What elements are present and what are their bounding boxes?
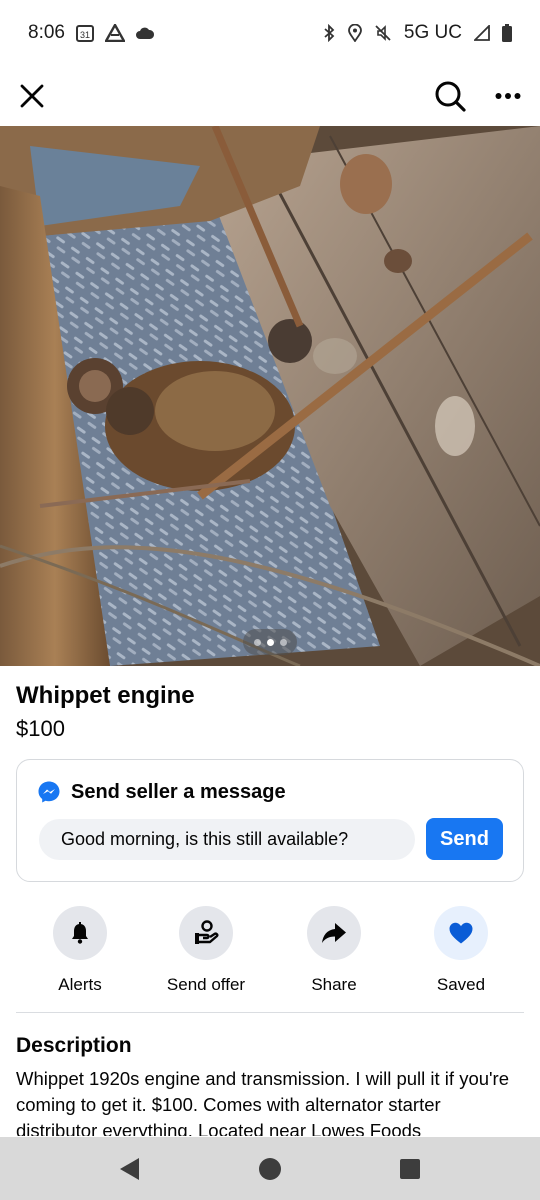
more-icon xyxy=(495,93,521,99)
messenger-icon xyxy=(38,781,60,803)
cloud-icon xyxy=(135,26,155,40)
message-input-value: Good morning, is this still available? xyxy=(61,829,349,849)
engine-photo-image xyxy=(0,126,540,666)
home-button[interactable] xyxy=(258,1157,282,1181)
send-offer-button-circle[interactable] xyxy=(179,906,233,960)
send-offer-label: Send offer xyxy=(166,975,246,994)
saved-button[interactable]: Saved xyxy=(397,906,525,995)
system-nav-bar xyxy=(0,1137,540,1200)
heart-icon xyxy=(449,922,473,944)
calendar-day: 31 xyxy=(80,30,90,40)
message-card-heading: Send seller a message xyxy=(71,780,286,803)
photo-pager xyxy=(243,629,297,655)
bell-icon xyxy=(72,922,88,944)
calendar-icon: 31 xyxy=(75,23,95,43)
offer-icon xyxy=(195,920,219,944)
message-card-header: Send seller a message xyxy=(37,780,286,804)
alerts-button[interactable]: Alerts xyxy=(16,906,144,995)
search-button[interactable] xyxy=(428,74,472,118)
pager-dot-active xyxy=(266,638,274,646)
battery-icon xyxy=(502,24,512,42)
share-button[interactable]: Share xyxy=(270,906,398,995)
listing-photo[interactable] xyxy=(0,126,540,666)
message-input[interactable]: Good morning, is this still available? xyxy=(39,819,415,860)
alerts-button-circle[interactable] xyxy=(53,906,107,960)
section-divider xyxy=(16,1012,524,1013)
mute-icon xyxy=(374,24,392,42)
recents-button[interactable] xyxy=(398,1157,422,1181)
close-button[interactable] xyxy=(10,74,54,118)
top-nav xyxy=(0,66,540,126)
back-button[interactable] xyxy=(117,1157,141,1181)
listing-actions: Alerts Send offer Share Saved xyxy=(0,906,540,996)
pager-dot xyxy=(279,638,287,646)
saved-button-circle[interactable] xyxy=(434,906,488,960)
bluetooth-icon xyxy=(322,24,336,42)
listing-price: $100 xyxy=(16,716,65,741)
description-heading: Description xyxy=(16,1034,132,1057)
recents-icon xyxy=(400,1159,420,1179)
more-button[interactable] xyxy=(486,74,530,118)
alerts-label: Alerts xyxy=(58,975,102,994)
search-icon xyxy=(435,81,466,112)
share-label: Share xyxy=(311,975,357,994)
listing-title: Whippet engine xyxy=(16,682,195,709)
message-seller-card: Send seller a message Good morning, is t… xyxy=(16,759,524,882)
app-notification-icon xyxy=(104,24,125,42)
status-time: 8:06 xyxy=(28,22,65,43)
close-icon xyxy=(20,84,44,108)
status-bar: 8:06 31 5G UC xyxy=(0,0,540,66)
home-icon xyxy=(259,1158,281,1180)
saved-label: Saved xyxy=(436,975,486,994)
location-icon xyxy=(348,24,362,42)
network-type: 5G UC xyxy=(403,22,462,43)
send-button[interactable]: Send xyxy=(426,818,503,860)
pager-dot xyxy=(253,638,261,646)
share-icon xyxy=(322,923,346,943)
send-offer-button[interactable]: Send offer xyxy=(142,906,270,995)
share-button-circle[interactable] xyxy=(307,906,361,960)
back-icon xyxy=(120,1158,139,1180)
signal-icon xyxy=(474,25,490,41)
description-body: Whippet 1920s engine and transmission. I… xyxy=(16,1068,510,1136)
